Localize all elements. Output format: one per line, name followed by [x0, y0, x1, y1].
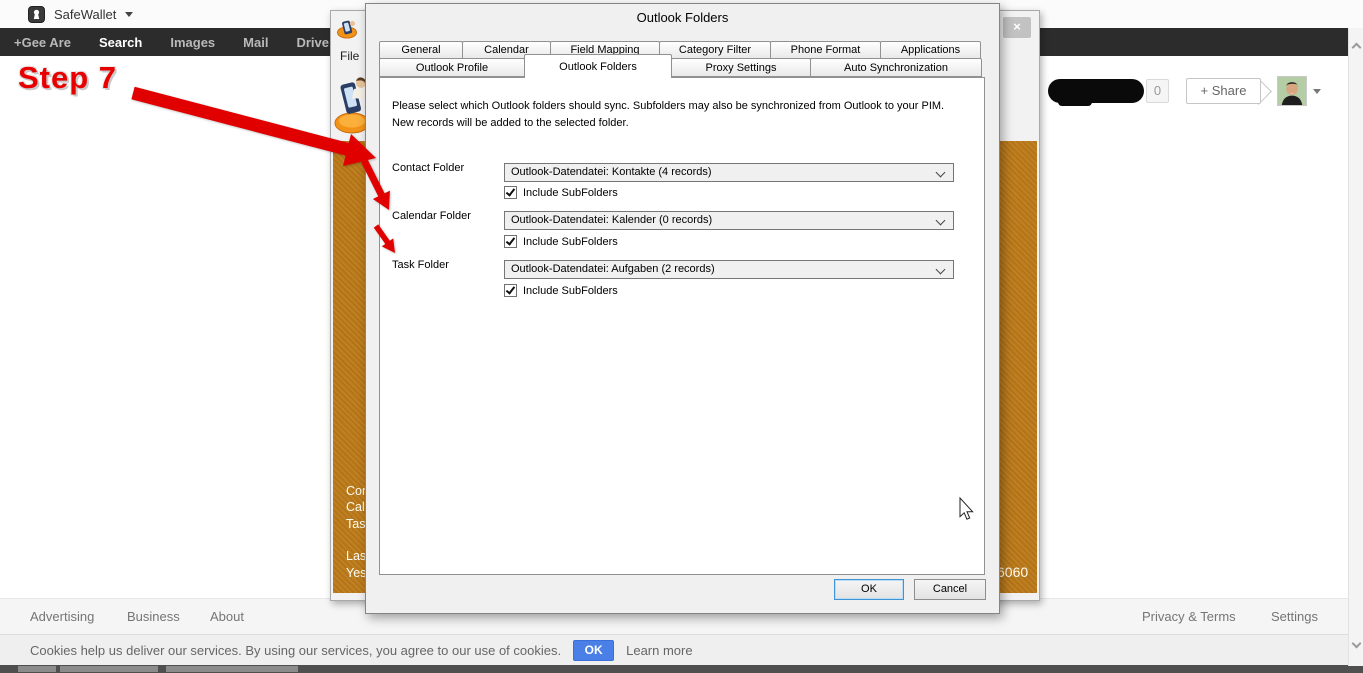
nav-item-gee-are[interactable]: +Gee Are [14, 35, 71, 50]
tab-phone-format[interactable]: Phone Format [770, 41, 881, 59]
share-button[interactable]: + Share [1186, 78, 1261, 104]
app-number-fragment: 6060 [997, 564, 1028, 580]
notification-count-button[interactable]: 0 [1146, 79, 1169, 103]
app-logo-icon [336, 18, 358, 40]
cancel-button[interactable]: Cancel [914, 579, 986, 600]
safewallet-keyhole-icon [28, 6, 45, 23]
task-folder-label: Task Folder [392, 259, 449, 271]
taskbar-segment [166, 666, 298, 672]
outlook-folders-dialog: Outlook Folders General Calendar Field M… [365, 3, 1000, 614]
tab-outlook-folders[interactable]: Outlook Folders [524, 54, 672, 78]
task-folder-value: Outlook-Datendatei: Aufgaben (2 records) [511, 263, 715, 275]
contact-folder-label: Contact Folder [392, 162, 464, 174]
tab-auto-synchronization[interactable]: Auto Synchronization [810, 58, 982, 77]
checkbox-label: Include SubFolders [523, 285, 618, 297]
footer-link-about[interactable]: About [210, 609, 244, 624]
cookie-ok-button[interactable]: OK [573, 640, 614, 661]
contact-folder-value: Outlook-Datendatei: Kontakte (4 records) [511, 166, 712, 178]
dialog-tab-row-1: General Calendar Field Mapping Category … [379, 41, 985, 59]
avatar[interactable] [1277, 76, 1307, 106]
calendar-folder-value: Outlook-Datendatei: Kalender (0 records) [511, 214, 712, 226]
tab-category-filter[interactable]: Category Filter [659, 41, 771, 59]
page-scrollbar[interactable] [1348, 28, 1363, 666]
nav-item-search[interactable]: Search [99, 35, 142, 50]
checkbox-checked-icon[interactable] [504, 186, 517, 199]
scroll-down-icon[interactable] [1352, 639, 1362, 649]
checkbox-label: Include SubFolders [523, 187, 618, 199]
contact-folder-select[interactable]: Outlook-Datendatei: Kontakte (4 records) [504, 163, 954, 182]
chevron-down-icon[interactable] [125, 12, 133, 17]
nav-item-drive[interactable]: Drive [296, 35, 329, 50]
avatar-dropdown-icon[interactable] [1313, 89, 1321, 94]
file-menu[interactable]: File [340, 49, 359, 63]
calendar-include-subfolders-checkbox[interactable]: Include SubFolders [504, 235, 618, 248]
ok-button[interactable]: OK [834, 579, 904, 600]
contact-include-subfolders-checkbox[interactable]: Include SubFolders [504, 186, 618, 199]
footer-link-business[interactable]: Business [127, 609, 180, 624]
screen: SafeWallet +Gee Are Search Images Mail D… [0, 0, 1363, 673]
taskbar-edge [0, 665, 1363, 673]
checkbox-checked-icon[interactable] [504, 235, 517, 248]
taskbar-segment [60, 666, 158, 672]
dialog-title: Outlook Folders [366, 10, 999, 25]
app-close-button[interactable]: × [1003, 17, 1031, 38]
cookie-notice-bar: Cookies help us deliver our services. By… [0, 634, 1363, 665]
scroll-up-icon[interactable] [1352, 43, 1362, 53]
footer-link-privacy-terms[interactable]: Privacy & Terms [1142, 609, 1236, 624]
tab-outlook-profile[interactable]: Outlook Profile [379, 58, 525, 77]
footer-link-advertising[interactable]: Advertising [30, 609, 94, 624]
checkbox-checked-icon[interactable] [504, 284, 517, 297]
calendar-folder-label: Calendar Folder [392, 210, 471, 222]
nav-item-mail[interactable]: Mail [243, 35, 268, 50]
tab-applications[interactable]: Applications [880, 41, 981, 59]
tab-general[interactable]: General [379, 41, 463, 59]
arrow-to-contact-folder [133, 93, 350, 150]
nav-item-images[interactable]: Images [170, 35, 215, 50]
cookie-learn-more-link[interactable]: Learn more [626, 643, 692, 658]
calendar-folder-select[interactable]: Outlook-Datendatei: Kalender (0 records) [504, 211, 954, 230]
task-folder-select[interactable]: Outlook-Datendatei: Aufgaben (2 records) [504, 260, 954, 279]
browser-tab-safewallet[interactable]: SafeWallet [28, 3, 133, 25]
tab-proxy-settings[interactable]: Proxy Settings [671, 58, 811, 77]
dialog-tab-row-2: Outlook Profile Outlook Folders Proxy Se… [379, 58, 985, 77]
taskbar-segment [18, 666, 56, 672]
task-include-subfolders-checkbox[interactable]: Include SubFolders [504, 284, 618, 297]
footer-link-settings[interactable]: Settings [1271, 609, 1318, 624]
dialog-tab-page: Please select which Outlook folders shou… [379, 77, 985, 575]
step-annotation: Step 7 [18, 60, 117, 96]
browser-tab-title: SafeWallet [54, 7, 116, 22]
redacted-label [1048, 79, 1144, 103]
dialog-intro-text: Please select which Outlook folders shou… [392, 98, 964, 131]
checkbox-label: Include SubFolders [523, 236, 618, 248]
app-logo-large [334, 75, 368, 137]
cookie-message: Cookies help us deliver our services. By… [30, 643, 561, 658]
